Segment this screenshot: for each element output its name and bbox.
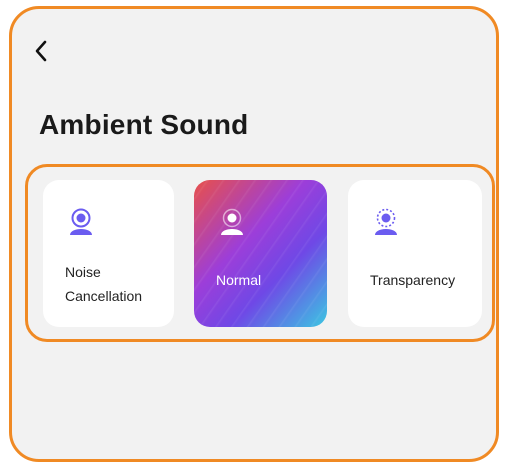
ambient-mode-selector: Noise Cancellation Normal Transparency xyxy=(25,164,495,342)
noise-cancellation-icon xyxy=(70,208,92,235)
normal-label: Normal xyxy=(216,272,262,288)
normal-option-selected[interactable]: Normal xyxy=(194,180,327,327)
normal-mode-icon xyxy=(221,208,243,235)
transparency-icon xyxy=(375,208,397,235)
transparency-option[interactable]: Transparency xyxy=(348,180,482,327)
chevron-left-icon xyxy=(35,40,47,62)
phone-screen-frame: Ambient Sound Noise Cancellation Normal xyxy=(9,6,499,462)
back-button[interactable] xyxy=(30,37,54,65)
noise-cancellation-option[interactable]: Noise Cancellation xyxy=(43,180,174,327)
page-title: Ambient Sound xyxy=(39,109,249,140)
transparency-label: Transparency xyxy=(370,272,456,288)
noise-cancellation-label: Noise Cancellation xyxy=(65,264,143,304)
